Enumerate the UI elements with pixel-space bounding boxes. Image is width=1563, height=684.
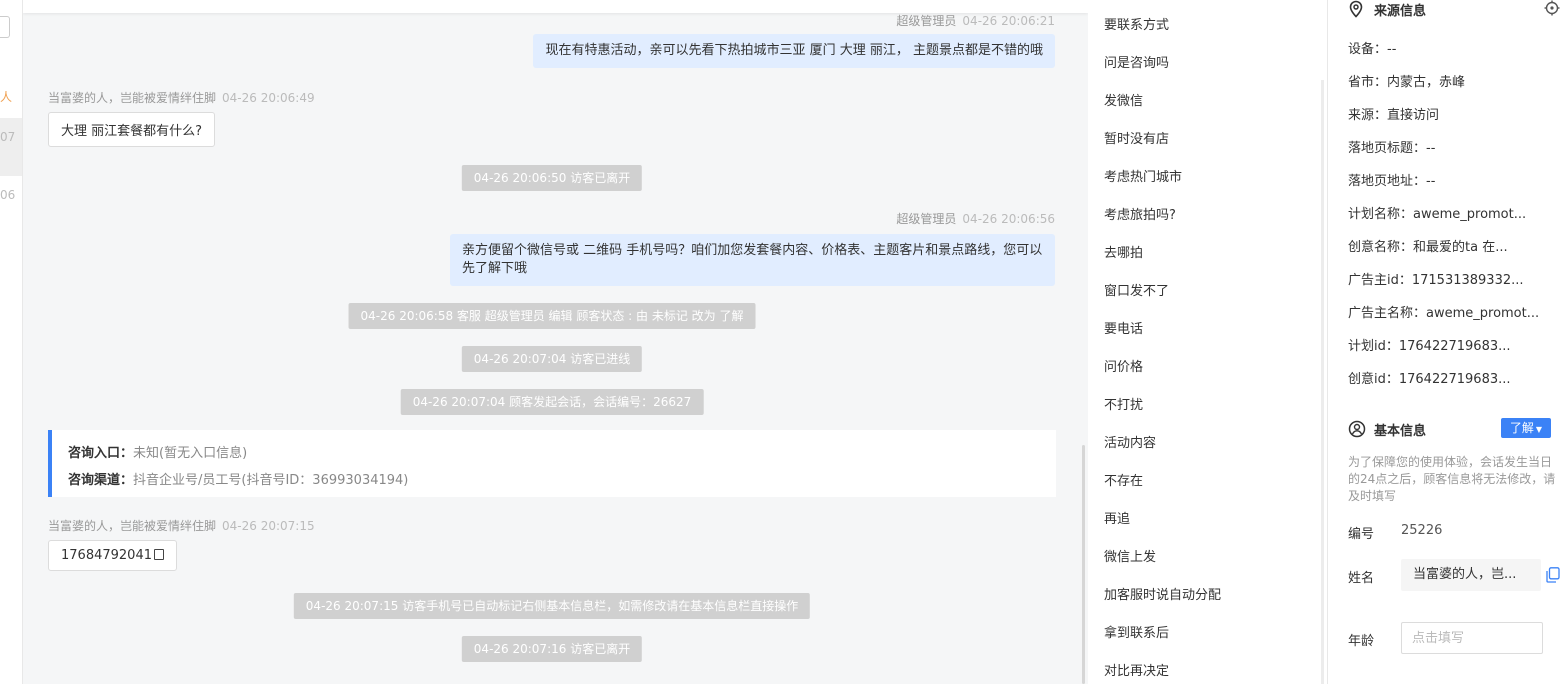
system-message: 04-26 20:06:50 访客已离开 [461,165,643,191]
source-field: 创意名称：和最爱的ta 在... [1348,240,1508,255]
session-time-fragment: 06 [0,188,16,202]
source-field: 创意id：176422719683... [1348,372,1511,387]
source-field: 落地页地址：-- [1348,174,1436,189]
agent-message-bubble: 现在有特惠活动，亲可以先看下热拍城市三亚 厦门 大理 丽江， 主题景点都是不错的… [533,34,1055,68]
quick-reply-panel: 要联系方式 问是咨询吗 发微信 暂时没有店 考虑热门城市 考虑旅拍吗? 去哪拍 … [1088,0,1328,684]
source-field: 落地页标题：-- [1348,141,1436,156]
message-time: 04-26 20:06:21 [962,14,1055,28]
quick-reply-item[interactable]: 问是咨询吗 [1104,52,1169,71]
quick-reply-item[interactable]: 拿到联系后 [1104,622,1169,641]
status-label: 了解 [1509,421,1534,435]
sender-name: 当富婆的人，岂能被爱情绊住脚 [48,91,217,105]
source-field: 广告主id：171531389332... [1348,273,1524,288]
edit-deadline-tip: 为了保障您的使用体验，会话发生当日的24点之后，顾客信息将无法修改，请及时填写 [1348,455,1556,503]
message-meta: 超级管理员 04-26 20:06:21 [896,12,1055,29]
quick-reply-item[interactable]: 不存在 [1104,470,1143,489]
system-message: 04-26 20:07:15 访客手机号已自动标记右侧基本信息栏，如需修改请在基… [293,593,811,619]
user-circle-icon [1348,420,1366,438]
quick-reply-item[interactable]: 微信上发 [1104,546,1156,565]
source-info-header: 来源信息 [1348,0,1426,19]
entry-label: 咨询入口： [68,446,134,461]
quick-reply-scrollbar[interactable] [1321,80,1324,684]
age-label: 年龄 [1348,634,1375,649]
session-item-fragment[interactable]: 人 [0,88,12,105]
source-field: 广告主名称：aweme_promot... [1348,306,1538,321]
message-text-line: 亲方便留个微信号或 二维码 手机号吗？咱们加您发套餐内容、价格表、主题客片和景点… [462,243,1043,258]
quick-reply-item[interactable]: 去哪拍 [1104,242,1143,261]
quick-reply-item[interactable]: 活动内容 [1104,432,1156,451]
quick-reply-item[interactable]: 问价格 [1104,356,1143,375]
phone-number-text: 17684792041 [61,548,152,563]
id-label: 编号 [1348,527,1375,542]
sender-name: 超级管理员 [896,212,957,226]
sender-name: 当富婆的人，岂能被爱情绊住脚 [48,519,217,533]
session-checkbox[interactable] [0,16,10,38]
consult-channel-row: 咨询渠道：抖音企业号/员工号(抖音号ID：36993034194) [68,467,1040,494]
quick-reply-item[interactable]: 加客服时说自动分配 [1104,584,1221,603]
copy-icon[interactable] [153,549,164,560]
chat-scrollbar[interactable] [1082,445,1085,684]
quick-reply-item[interactable]: 考虑旅拍吗? [1104,204,1176,223]
age-input[interactable] [1401,622,1543,654]
message-meta: 当富婆的人，岂能被爱情绊住脚 04-26 20:07:15 [48,517,315,534]
entry-value: 未知(暂无入口信息) [133,446,248,461]
quick-reply-item[interactable]: 对比再决定 [1104,660,1169,679]
source-field: 计划id：176422719683... [1348,339,1511,354]
consult-entry-row: 咨询入口：未知(暂无入口信息) [68,440,1040,467]
quick-reply-item[interactable]: 要联系方式 [1104,14,1169,33]
session-item-selected[interactable] [0,118,22,176]
location-pin-icon [1349,0,1363,18]
source-field: 来源：直接访问 [1348,108,1440,123]
quick-reply-item[interactable]: 再追 [1104,508,1130,527]
source-info-title: 来源信息 [1374,4,1427,19]
basic-info-title: 基本信息 [1374,424,1427,439]
customer-status-dropdown[interactable]: 了解 ▼ [1501,418,1551,438]
caret-down-icon: ▼ [1535,425,1543,434]
message-meta: 超级管理员 04-26 20:06:56 [896,210,1055,227]
quick-reply-item[interactable]: 窗口发不了 [1104,280,1169,299]
channel-label: 咨询渠道： [68,473,134,488]
basic-info-header: 基本信息 [1348,420,1426,439]
target-icon[interactable] [1544,0,1560,16]
message-meta: 当富婆的人，岂能被爱情绊住脚 04-26 20:06:49 [48,89,315,106]
message-time: 04-26 20:07:15 [222,519,315,533]
agent-message-bubble: 亲方便留个微信号或 二维码 手机号吗？咱们加您发套餐内容、价格表、主题客片和景点… [450,234,1055,286]
system-message: 04-26 20:07:04 访客已进线 [461,346,643,372]
app-root: 人 07 06 超级管理员 04-26 20:06:21 现在有特惠活动，亲可以先… [0,0,1563,684]
name-label: 姓名 [1348,571,1375,586]
message-time: 04-26 20:06:56 [962,212,1055,226]
system-message: 04-26 20:07:04 顾客发起会话，会话编号：26627 [400,389,704,415]
quick-reply-item[interactable]: 考虑热门城市 [1104,166,1182,185]
source-field: 设备：-- [1348,42,1397,57]
visitor-message-bubble: 大理 丽江套餐都有什么? [48,112,216,147]
session-list-edge: 人 07 06 [0,0,23,684]
sender-name: 超级管理员 [896,14,957,28]
message-text-line: 先了解下哦 [462,261,528,276]
message-time: 04-26 20:06:49 [222,91,315,105]
channel-value: 抖音企业号/员工号(抖音号ID：36993034194) [133,473,409,488]
name-field[interactable]: 当富婆的人，岂... [1401,559,1541,591]
consult-entry-card: 咨询入口：未知(暂无入口信息) 咨询渠道：抖音企业号/员工号(抖音号ID：369… [48,430,1056,497]
chat-panel[interactable]: 超级管理员 04-26 20:06:21 现在有特惠活动，亲可以先看下热拍城市三亚… [23,0,1088,684]
copy-icon[interactable] [1546,567,1560,583]
source-field: 省市：内蒙古，赤峰 [1348,75,1466,90]
visitor-message-bubble: 17684792041 [48,540,177,571]
quick-reply-item[interactable]: 要电话 [1104,318,1143,337]
session-time-fragment: 07 [0,130,16,144]
visitor-info-panel: 来源信息 设备：-- 省市：内蒙古，赤峰 来源：直接访问 落地页标题：-- 落地… [1328,0,1563,684]
quick-reply-item[interactable]: 暂时没有店 [1104,128,1169,147]
source-field: 计划名称：aweme_promot... [1348,207,1527,222]
system-message: 04-26 20:07:16 访客已离开 [461,636,643,662]
system-message: 04-26 20:06:58 客服 超级管理员 编辑 顾客状态 : 由 未标记 … [348,303,756,329]
id-value: 25226 [1401,523,1443,538]
quick-reply-item[interactable]: 发微信 [1104,90,1143,109]
quick-reply-item[interactable]: 不打扰 [1104,394,1143,413]
